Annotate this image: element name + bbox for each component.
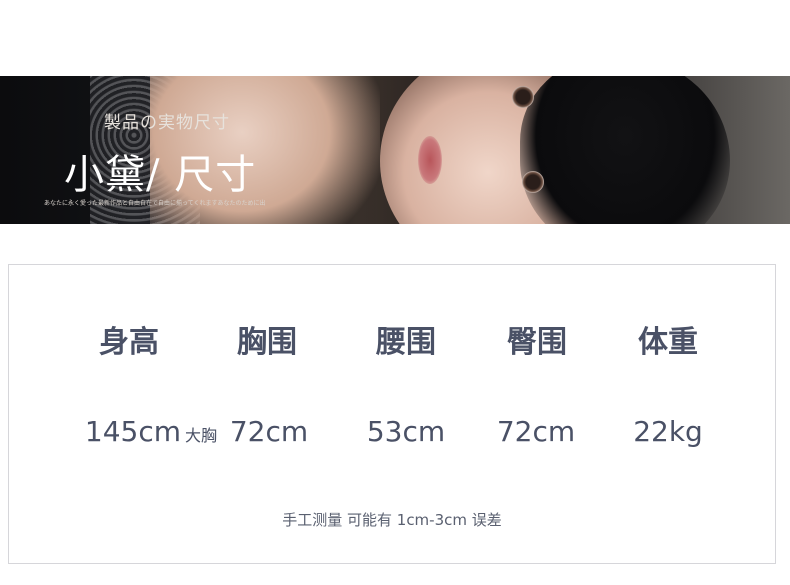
hair-image [520,76,730,224]
spec-value-weight: 22kg [633,415,703,448]
spec-value-waist: 53cm [366,415,446,448]
eye-image [522,171,544,193]
spec-value-bust: 72cm [229,415,309,448]
spec-label-weight: 体重 [638,325,698,360]
eye-image [512,86,534,108]
spec-value-hip: 72cm [496,415,576,448]
spec-value-height-number: 145cm [84,415,182,448]
spec-label-bust: 胸围 [237,325,297,360]
spec-label-hip: 臀围 [507,325,567,360]
lips-image [418,136,442,184]
banner-tagline: あなたに永く愛った最新作品と自由自在で自由に揃ってくれますあなたのために出 [44,200,266,207]
spec-label-waist: 腰围 [376,325,436,360]
spec-label-height: 身高 [99,325,159,360]
banner-subtitle: 製品の実物尺寸 [104,113,230,133]
size-specs-table: 身高 胸围 腰围 臀围 体重 145cm 大胸 72cm 53cm 72cm 22… [8,264,776,564]
measurement-note: 手工测量 可能有 1cm-3cm 误差 [282,511,502,529]
product-banner: 製品の実物尺寸 小黛/ 尺寸 あなたに永く愛った最新作品と自由自在で自由に揃って… [0,76,790,224]
banner-title: 小黛/ 尺寸 [64,152,257,198]
